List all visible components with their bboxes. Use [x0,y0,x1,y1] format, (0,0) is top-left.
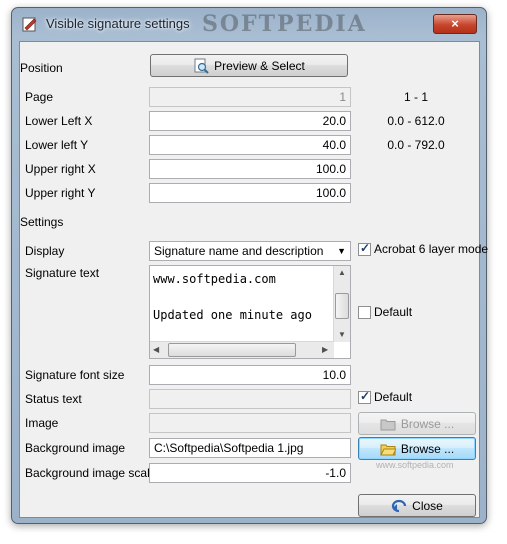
lower-left-x-label: Lower Left X [25,114,93,128]
image-label: Image [25,416,59,430]
status-text-field [149,389,351,409]
upper-right-x-label: Upper right X [25,162,96,176]
dialog-client: Position Preview & Select Page 1 1 - 1 L… [19,41,488,518]
window-title: Visible signature settings [46,16,190,31]
lower-left-y-field[interactable]: 40.0 [149,135,351,155]
signature-text-line-2: Updated one minute ago [153,308,312,322]
acrobat-checkbox[interactable]: ✓ [358,241,371,256]
vertical-scroll-thumb[interactable] [335,293,349,319]
horizontal-scroll-thumb[interactable] [168,343,296,357]
display-select[interactable]: Signature name and description ▼ [149,241,351,261]
status-text-label: Status text [25,392,82,406]
background-scale-label: Background image scale [25,466,157,480]
image-field [149,413,351,433]
page-label: Page [25,90,54,104]
close-button[interactable]: Close [358,494,476,517]
settings-section-label: Settings [20,215,64,229]
signature-text-area[interactable]: www.softpedia.com Updated one minute ago… [149,265,351,359]
signature-default-label: Default [374,305,413,319]
signature-text-line-1: www.softpedia.com [153,272,276,286]
position-section-label: Position [20,61,63,75]
status-default-label: Default [374,390,413,404]
window-close-button[interactable]: × [433,14,477,34]
check-icon: ✓ [360,241,371,255]
folder-icon [380,444,396,455]
vertical-scrollbar[interactable]: ▲ ▼ [333,266,350,342]
display-label: Display [25,244,65,258]
background-image-label: Background image [25,441,126,455]
scroll-left-icon[interactable]: ◀ [153,345,159,354]
softpedia-url-watermark: www.softpedia.com [376,460,454,470]
page-field: 1 [149,87,351,107]
preview-select-button[interactable]: Preview & Select [150,54,348,77]
folder-icon [380,419,396,430]
preview-select-label: Preview & Select [214,58,305,73]
close-door-icon [392,499,407,512]
scroll-down-icon[interactable]: ▼ [338,330,346,339]
lower-left-x-range: 0.0 - 612.0 [387,114,445,128]
display-selected-value: Signature name and description [154,244,324,258]
upper-right-y-field[interactable]: 100.0 [149,183,351,203]
background-browse-label: Browse ... [400,441,455,456]
page-range: 1 - 1 [403,90,428,104]
background-image-field[interactable]: C:\Softpedia\Softpedia 1.jpg [149,438,351,458]
signature-default-checkbox[interactable] [358,306,371,319]
background-scale-field[interactable]: -1.0 [149,463,351,483]
close-button-label: Close [412,498,443,513]
image-browse-label: Browse ... [400,416,455,431]
font-size-label: Signature font size [25,368,125,382]
scroll-right-icon[interactable]: ▶ [322,345,328,354]
acrobat-checkbox-label: Acrobat 6 layer mode [374,242,489,256]
horizontal-scrollbar[interactable]: ◀ ▶ [150,341,334,358]
app-icon [22,17,37,32]
scroll-up-icon[interactable]: ▲ [338,268,346,277]
status-default-checkbox[interactable]: ✓ [358,389,371,404]
font-size-field[interactable]: 10.0 [149,365,351,385]
background-browse-button[interactable]: Browse ... [358,437,476,460]
check-icon: ✓ [360,389,371,403]
chevron-down-icon: ▼ [337,246,346,256]
lower-left-y-range: 0.0 - 792.0 [387,138,445,152]
signature-text-label: Signature text [25,266,100,280]
softpedia-watermark: SOFTPEDIA [202,11,367,37]
dialog-window: SOFTPEDIA Visible signature settings × P… [11,7,488,524]
preview-icon [194,58,209,74]
lower-left-x-field[interactable]: 20.0 [149,111,351,131]
upper-right-y-label: Upper right Y [25,186,96,200]
image-browse-button: Browse ... [358,412,476,435]
lower-left-y-label: Lower left Y [25,138,89,152]
upper-right-x-field[interactable]: 100.0 [149,159,351,179]
